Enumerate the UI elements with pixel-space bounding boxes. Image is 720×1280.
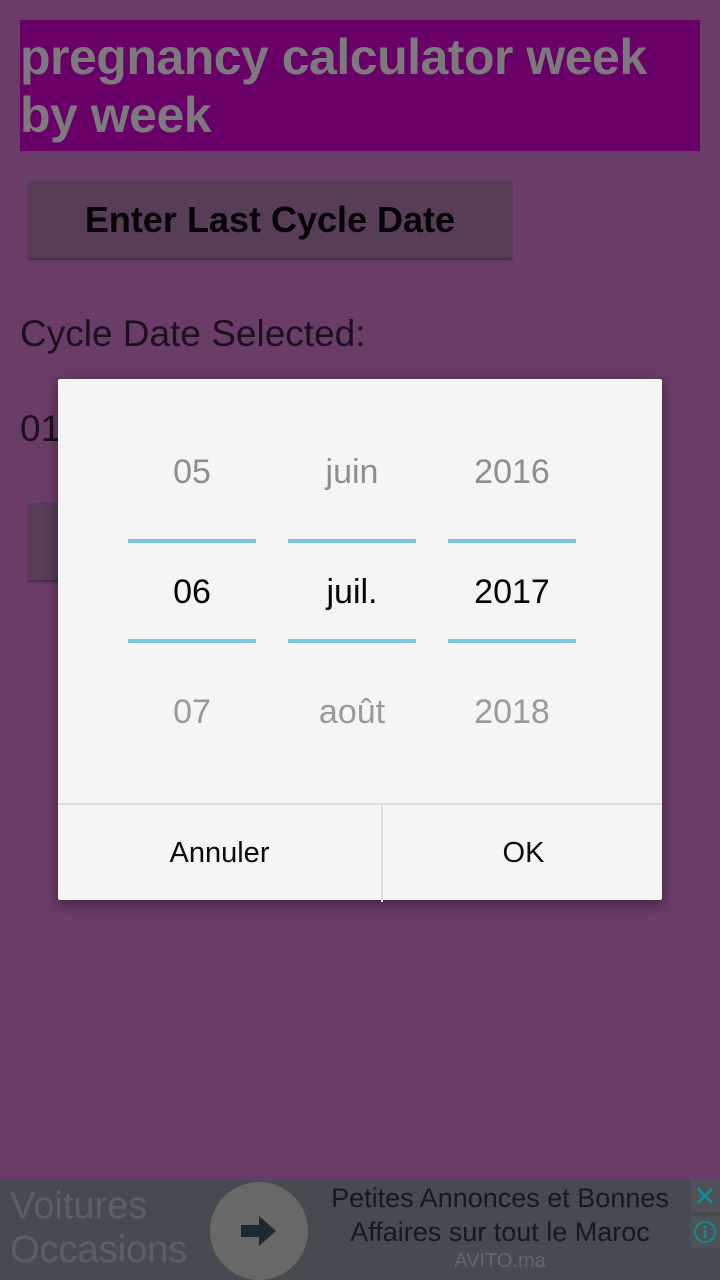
ad-banner[interactable]: Voitures Occasions Petites Annonces et B… [0,1180,720,1280]
ad-left-text: Voitures Occasions [10,1184,187,1272]
ad-headline-line2: Affaires sur tout le Maroc [350,1217,650,1247]
picker-divider [448,539,576,543]
month-prev[interactable]: juin [288,453,416,492]
day-next[interactable]: 07 [128,693,256,732]
day-picker[interactable]: 05 06 07 [128,379,256,804]
month-next[interactable]: août [288,693,416,732]
year-selected[interactable]: 2017 [448,573,576,612]
ad-headline[interactable]: Petites Annonces et Bonnes Affaires sur … [318,1181,682,1249]
picker-divider [128,539,256,543]
cancel-button[interactable]: Annuler [58,805,383,902]
month-selected[interactable]: juil. [288,573,416,612]
ad-left-line2: Occasions [10,1229,188,1271]
ad-domain: AVITO.ma [454,1250,546,1272]
picker-divider [448,639,576,643]
ok-button[interactable]: OK [385,805,662,902]
close-icon[interactable]: ✕ [690,1180,720,1212]
year-next[interactable]: 2018 [448,693,576,732]
arrow-right-icon [241,1216,276,1246]
picker-divider [128,639,256,643]
info-icon[interactable] [690,1216,720,1248]
day-prev[interactable]: 05 [128,453,256,492]
ad-headline-line1: Petites Annonces et Bonnes [331,1183,669,1213]
ad-left-line1: Voitures [10,1185,148,1227]
date-picker-dialog: 05 06 07 juin juil. août 2016 2017 2018 … [58,379,662,902]
picker-divider [288,639,416,643]
info-glyph [694,1221,716,1243]
ad-cta-button[interactable] [210,1182,308,1280]
month-picker[interactable]: juin juil. août [288,379,416,804]
day-selected[interactable]: 06 [128,573,256,612]
dialog-actions: Annuler OK [58,803,662,902]
year-picker[interactable]: 2016 2017 2018 [448,379,576,804]
picker-divider [288,539,416,543]
year-prev[interactable]: 2016 [448,453,576,492]
